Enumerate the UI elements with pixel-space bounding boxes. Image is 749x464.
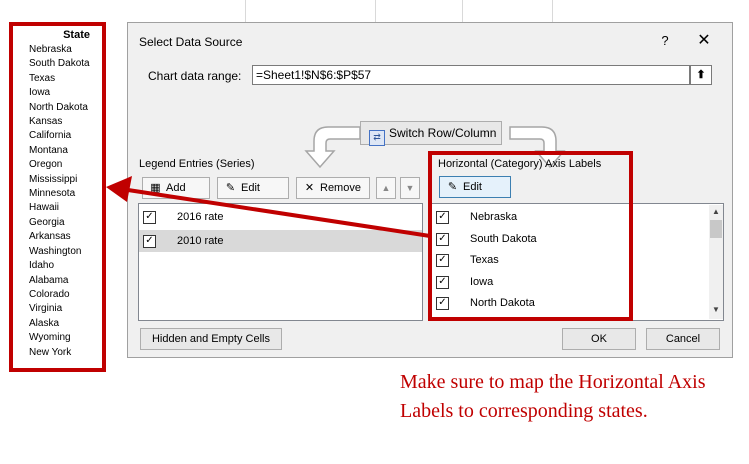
close-button[interactable]: ✕: [692, 31, 716, 51]
axis-list-scrollbar[interactable]: ▲ ▼: [709, 205, 723, 319]
state-item: Virginia: [29, 303, 63, 315]
state-item: Mississippi: [29, 173, 78, 185]
state-item: Alaska: [29, 317, 60, 329]
help-button[interactable]: ?: [655, 31, 675, 51]
series-list[interactable]: ✓ 2016 rate ✓ 2010 rate: [138, 203, 423, 321]
switch-row-column-label: Switch Row/Column: [389, 126, 497, 140]
sheet-gridline: [552, 0, 553, 22]
move-up-button[interactable]: ▲: [376, 177, 396, 199]
series-label: 2016 rate: [177, 211, 224, 223]
state-item: Hawaii: [29, 202, 60, 214]
scroll-up-icon[interactable]: ▲: [709, 205, 723, 219]
add-icon: ▦: [150, 182, 161, 194]
annotation-note: Make sure to map the Horizontal Axis Lab…: [400, 371, 706, 422]
ok-button[interactable]: OK: [562, 328, 636, 350]
collapse-icon[interactable]: ⬆: [690, 65, 712, 85]
series-checkbox[interactable]: ✓: [143, 235, 156, 248]
scroll-thumb[interactable]: [710, 220, 722, 238]
state-item: Wyoming: [29, 332, 71, 344]
state-item: Idaho: [29, 260, 55, 272]
chart-data-range-input[interactable]: =Sheet1!$N$6:$P$57: [252, 65, 690, 85]
state-item: Nebraska: [29, 44, 72, 55]
state-item: Minnesota: [29, 188, 76, 200]
state-list-box: State Nebraska South Dakota Texas Iowa North…: [9, 22, 106, 372]
move-down-button[interactable]: ▼: [400, 177, 420, 199]
state-item: Colorado: [29, 288, 70, 300]
series-row[interactable]: ✓ 2010 rate: [139, 230, 422, 252]
remove-label: Remove: [320, 182, 361, 194]
state-item: Texas: [29, 72, 56, 84]
switch-icon: ⇄: [369, 130, 385, 146]
cancel-button[interactable]: Cancel: [646, 328, 720, 350]
state-item: California: [29, 130, 72, 142]
edit-series-label: Edit: [241, 182, 260, 194]
state-item: Georgia: [29, 216, 65, 228]
add-series-button[interactable]: ▦ Add: [142, 177, 210, 199]
series-label: 2010 rate: [177, 235, 224, 247]
sheet-gridline: [375, 0, 376, 22]
edit-series-button[interactable]: ✎ Edit: [217, 177, 289, 199]
sheet-gridline: [245, 0, 246, 22]
arrow-down-icon: ▼: [405, 183, 415, 193]
state-column-header: State: [63, 29, 90, 41]
series-checkbox[interactable]: ✓: [143, 211, 156, 224]
state-item: Montana: [29, 144, 68, 156]
state-item: Oregon: [29, 159, 63, 171]
state-item: North Dakota: [29, 101, 88, 113]
legend-entries-label: Legend Entries (Series): [139, 158, 255, 170]
remove-series-button[interactable]: ✕ Remove: [296, 177, 370, 199]
scroll-down-icon[interactable]: ▼: [709, 303, 723, 317]
state-item: Iowa: [29, 87, 51, 99]
chart-data-range-label: Chart data range:: [148, 69, 242, 83]
left-curved-arrow-icon: [304, 126, 361, 169]
add-label: Add: [166, 182, 186, 194]
state-item: Alabama: [29, 274, 69, 286]
state-item: Washington: [29, 245, 82, 257]
switch-row-column-button[interactable]: ⇄ Switch Row/Column: [360, 121, 502, 146]
state-list: Nebraska South Dakota Texas Iowa North Dakot…: [29, 43, 90, 360]
sheet-gridline: [462, 0, 463, 22]
state-item: South Dakota: [29, 58, 90, 70]
state-item: Arkansas: [29, 231, 71, 243]
dialog-title: Select Data Source: [139, 35, 243, 49]
arrow-up-icon: ▲: [381, 183, 391, 193]
series-row[interactable]: ✓ 2016 rate: [139, 206, 422, 228]
remove-icon: ✕: [304, 182, 315, 194]
edit-icon: ✎: [225, 182, 236, 194]
axis-labels-highlight: [428, 151, 633, 321]
state-item: New York: [29, 346, 72, 358]
state-item: Kansas: [29, 116, 63, 128]
hidden-empty-cells-button[interactable]: Hidden and Empty Cells: [140, 328, 282, 350]
